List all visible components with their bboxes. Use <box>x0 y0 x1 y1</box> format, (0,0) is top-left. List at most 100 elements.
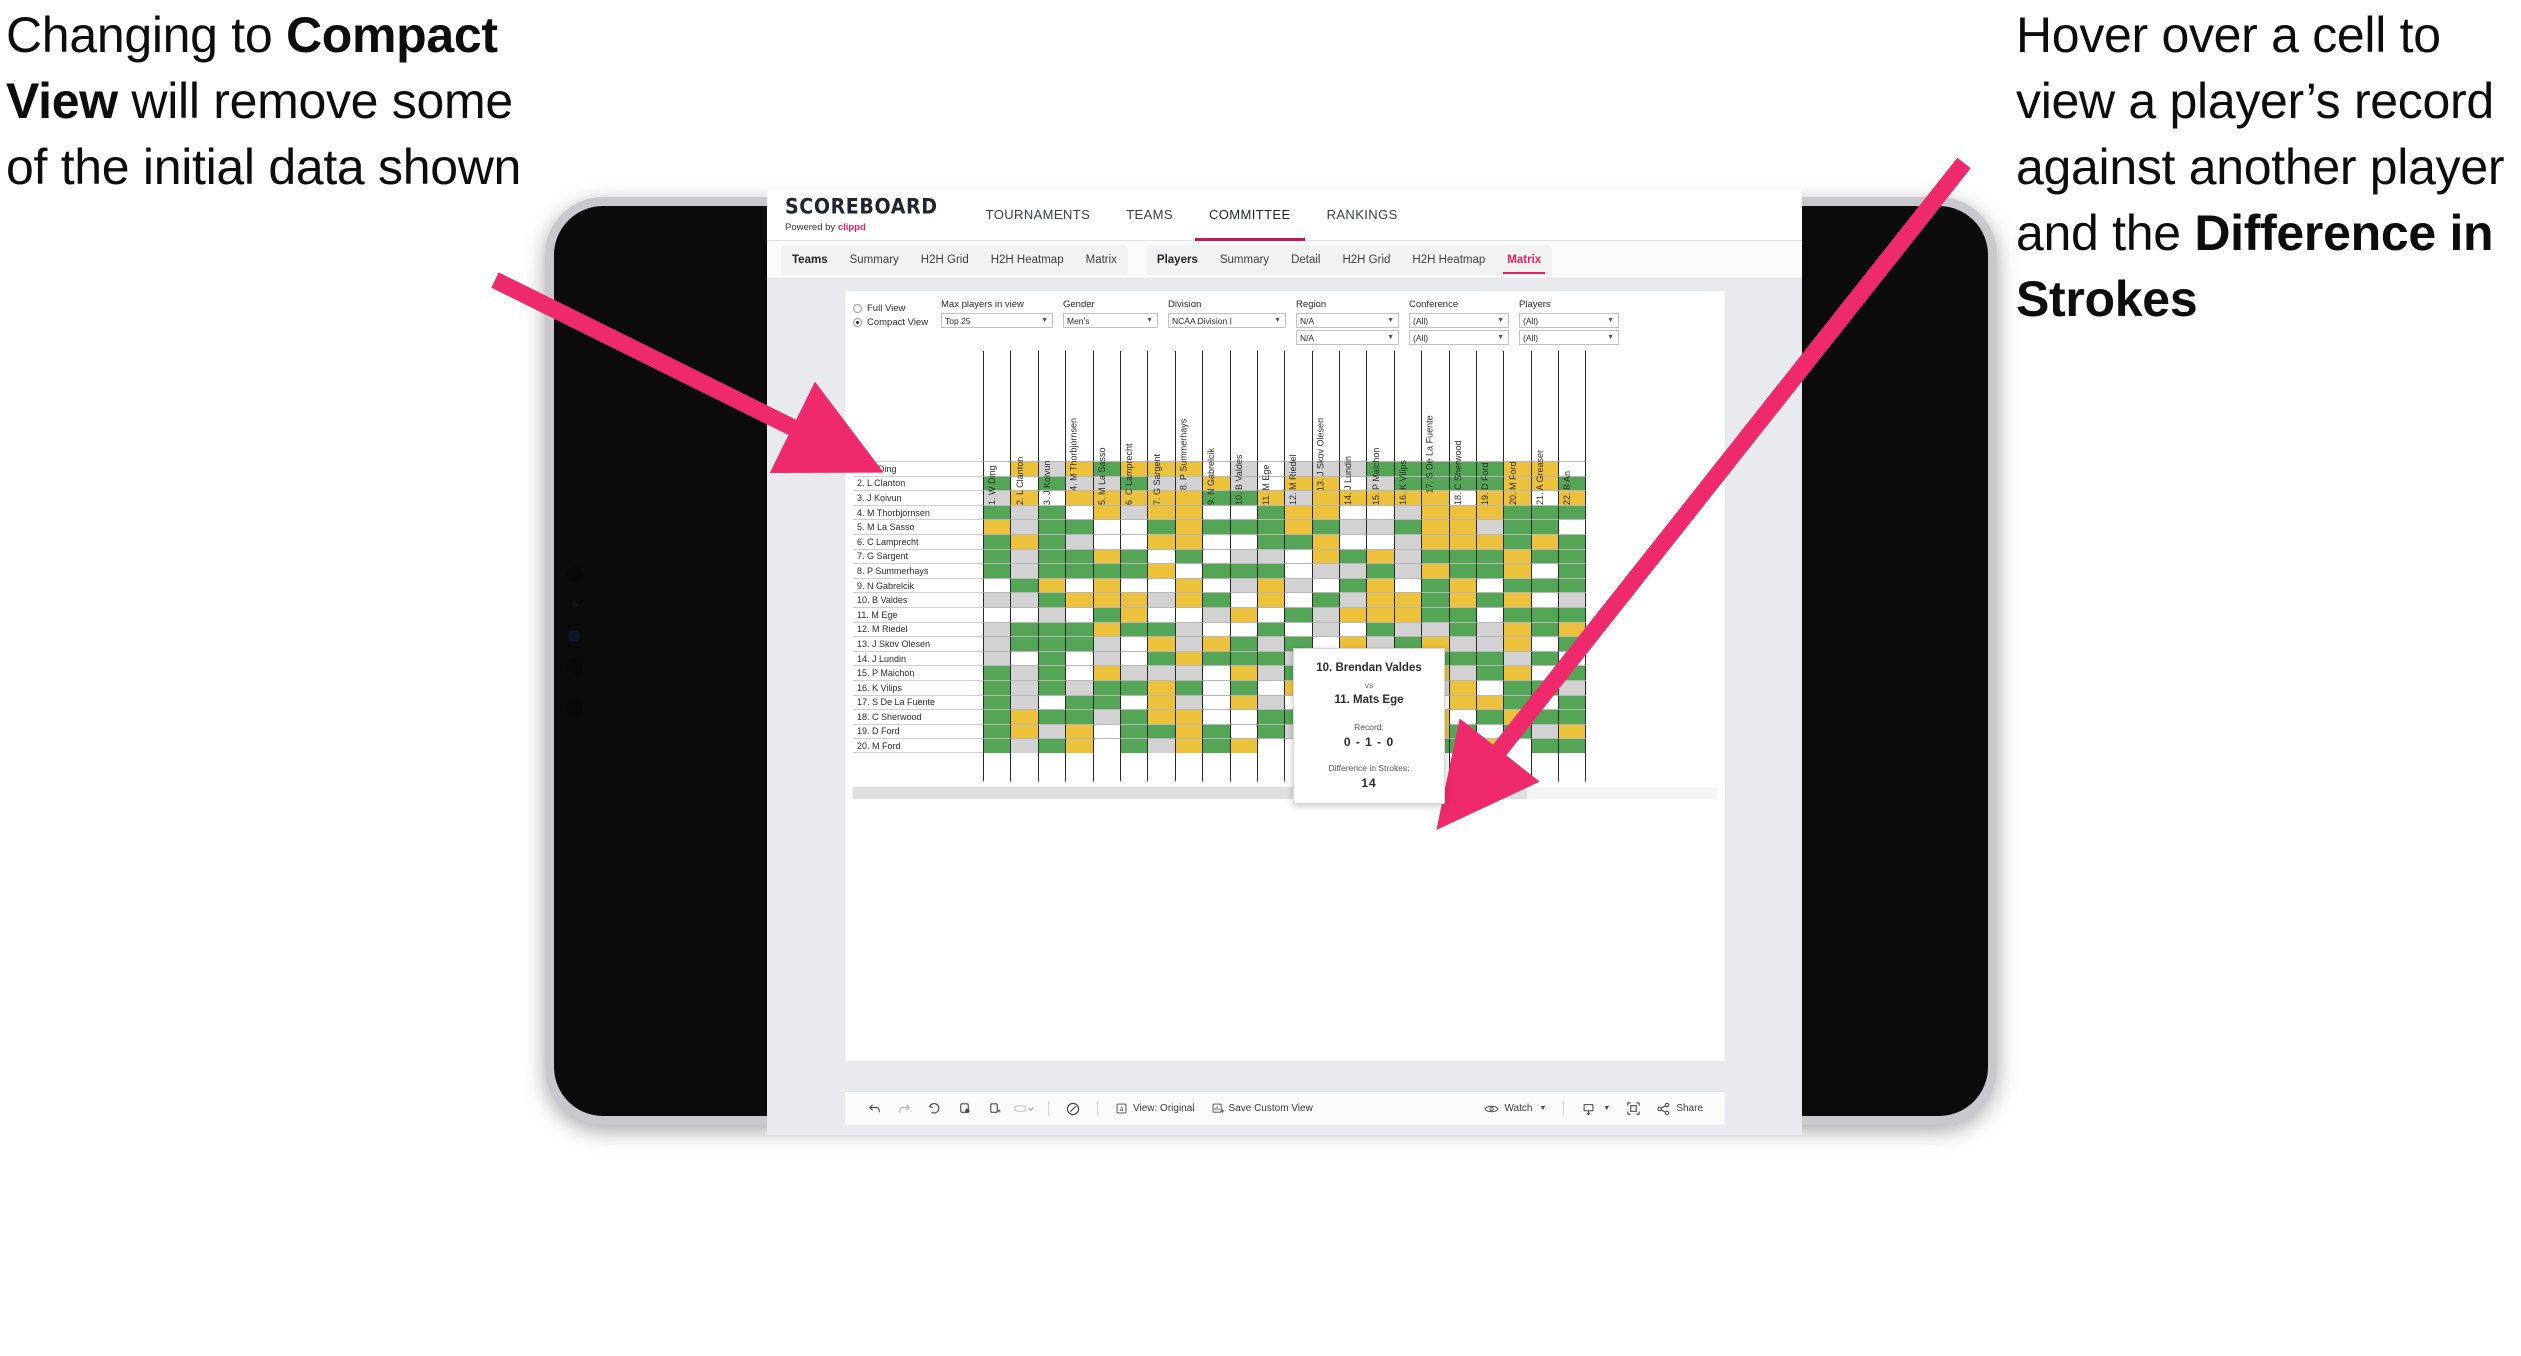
matrix-cell[interactable] <box>1010 606 1038 622</box>
matrix-cell[interactable] <box>1229 563 1257 578</box>
matrix-cell[interactable] <box>983 694 1011 710</box>
matrix-cell[interactable] <box>1119 519 1148 534</box>
matrix-cell[interactable] <box>1229 679 1257 695</box>
matrix-cell[interactable] <box>1147 548 1175 564</box>
matrix-cell[interactable] <box>1558 738 1586 753</box>
matrix-cell[interactable] <box>1503 694 1531 710</box>
matrix-cell[interactable] <box>1284 621 1312 637</box>
matrix-cell[interactable] <box>983 709 1011 724</box>
matrix-cell[interactable] <box>1147 606 1175 622</box>
matrix-cell[interactable] <box>1366 533 1394 549</box>
brand-logo[interactable]: SCOREBOARD Powered by clippd <box>785 189 968 240</box>
matrix-cell[interactable] <box>1037 592 1066 607</box>
subtab-teams-summary[interactable]: Summary <box>839 245 910 275</box>
matrix-cell[interactable] <box>1339 563 1367 578</box>
redo-icon[interactable] <box>889 1092 919 1126</box>
matrix-cell[interactable] <box>1092 592 1120 607</box>
select-conference-1[interactable]: (All) ▼ <box>1409 313 1509 328</box>
matrix-cell[interactable] <box>1119 606 1148 622</box>
view-original-button[interactable]: a View: Original <box>1107 1092 1203 1126</box>
matrix-cell[interactable] <box>1229 548 1257 564</box>
matrix-cell[interactable] <box>1065 592 1093 607</box>
select-region-1[interactable]: N/A ▼ <box>1296 313 1399 328</box>
matrix-cell[interactable] <box>983 738 1011 753</box>
matrix-cell[interactable] <box>1065 709 1093 724</box>
matrix-cell[interactable] <box>1530 650 1559 666</box>
matrix-cell[interactable] <box>983 606 1011 622</box>
matrix-cell[interactable] <box>1558 592 1586 607</box>
matrix-cell[interactable] <box>1174 606 1203 622</box>
matrix-cell[interactable] <box>1256 709 1285 724</box>
matrix-cell[interactable] <box>1256 650 1285 666</box>
matrix-cell[interactable] <box>1530 738 1559 753</box>
share-button[interactable]: Share <box>1648 1092 1711 1126</box>
matrix-cell[interactable] <box>1421 621 1449 637</box>
matrix-cell[interactable] <box>1147 636 1175 651</box>
fullscreen-icon[interactable] <box>1618 1092 1648 1126</box>
matrix-cell[interactable] <box>1010 563 1038 578</box>
matrix-cell[interactable] <box>1476 533 1504 549</box>
matrix-cell[interactable] <box>1339 592 1367 607</box>
matrix-cell[interactable] <box>1119 665 1148 680</box>
matrix-cell[interactable] <box>1174 519 1203 534</box>
matrix-cell[interactable] <box>1421 606 1449 622</box>
matrix-cell[interactable] <box>1476 679 1504 695</box>
matrix-cell[interactable] <box>1092 533 1120 549</box>
nav-item-tournaments[interactable]: TOURNAMENTS <box>968 189 1109 240</box>
matrix-cell[interactable] <box>983 577 1011 593</box>
matrix-cell[interactable] <box>1448 592 1477 607</box>
matrix-cell[interactable] <box>1339 621 1367 637</box>
select-max-players[interactable]: Top 25 ▼ <box>941 313 1053 328</box>
matrix-cell[interactable] <box>1558 723 1586 739</box>
matrix-cell[interactable] <box>1530 548 1559 564</box>
matrix-cell[interactable] <box>1202 577 1230 593</box>
matrix-cell[interactable] <box>1393 606 1422 622</box>
matrix-cell[interactable] <box>1147 723 1175 739</box>
matrix-cell[interactable] <box>1503 548 1531 564</box>
matrix-cell[interactable] <box>1558 694 1586 710</box>
matrix-cell[interactable] <box>1229 519 1257 534</box>
matrix-cell[interactable] <box>1530 563 1559 578</box>
matrix-cell[interactable] <box>1229 694 1257 710</box>
select-conference-2[interactable]: (All) ▼ <box>1409 330 1509 345</box>
matrix-cell[interactable] <box>1092 621 1120 637</box>
subtab-players-h2h-heatmap[interactable]: H2H Heatmap <box>1401 245 1496 275</box>
matrix-cell[interactable] <box>1503 679 1531 695</box>
matrix-cell[interactable] <box>1065 665 1093 680</box>
matrix-cell[interactable] <box>983 621 1011 637</box>
matrix-cell[interactable] <box>1448 577 1477 593</box>
save-custom-view-button[interactable]: Save Custom View <box>1203 1092 1321 1126</box>
matrix-cell[interactable] <box>1092 606 1120 622</box>
matrix-cell[interactable] <box>1229 592 1257 607</box>
matrix-cell[interactable] <box>1503 519 1531 534</box>
matrix-cell[interactable] <box>1010 519 1038 534</box>
matrix-cell[interactable] <box>1339 519 1367 534</box>
matrix-cell[interactable] <box>1037 679 1066 695</box>
matrix-cell[interactable] <box>1147 709 1175 724</box>
nav-item-committee[interactable]: COMMITTEE <box>1191 189 1309 241</box>
matrix-cell[interactable] <box>1092 519 1120 534</box>
matrix-cell[interactable] <box>1229 738 1257 753</box>
matrix-cell[interactable] <box>1202 738 1230 753</box>
matrix-cell[interactable] <box>983 679 1011 695</box>
matrix-cell[interactable] <box>1010 694 1038 710</box>
matrix-cell[interactable] <box>1037 723 1066 739</box>
matrix-cell[interactable] <box>1530 621 1559 637</box>
matrix-cell[interactable] <box>1476 592 1504 607</box>
matrix-cell[interactable] <box>1174 621 1203 637</box>
matrix-cell[interactable] <box>1010 577 1038 593</box>
matrix-cell[interactable] <box>1147 577 1175 593</box>
matrix-cell[interactable] <box>1092 665 1120 680</box>
matrix-cell[interactable] <box>1448 548 1477 564</box>
matrix-cell[interactable] <box>1037 519 1066 534</box>
subtab-teams-matrix[interactable]: Matrix <box>1075 245 1128 275</box>
matrix-cell[interactable] <box>1037 665 1066 680</box>
matrix-cell[interactable] <box>1174 709 1203 724</box>
matrix-cell[interactable] <box>1311 621 1340 637</box>
matrix-cell[interactable] <box>1119 621 1148 637</box>
matrix-cell[interactable] <box>1119 650 1148 666</box>
matrix-cell[interactable] <box>1311 592 1340 607</box>
subtab-players-h2h-grid[interactable]: H2H Grid <box>1331 245 1401 275</box>
matrix-cell[interactable] <box>1530 592 1559 607</box>
matrix-cell[interactable] <box>1530 723 1559 739</box>
